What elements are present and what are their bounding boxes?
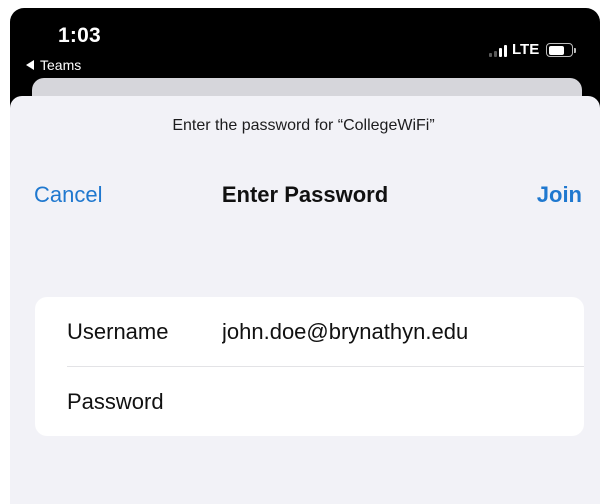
status-bar: 1:03 Teams LTE	[10, 8, 600, 82]
username-field[interactable]	[222, 317, 562, 347]
join-button[interactable]: Join	[537, 182, 582, 208]
credentials-form: Username Password	[35, 297, 584, 436]
screen: 1:03 Teams LTE Enter the password for “C…	[0, 0, 607, 504]
network-type: LTE	[512, 41, 540, 58]
sheet-nav-bar: Cancel Enter Password Join	[10, 178, 600, 214]
cancel-button[interactable]: Cancel	[34, 182, 102, 208]
username-label: Username	[67, 319, 169, 344]
status-time: 1:03	[58, 24, 101, 47]
username-row: Username	[35, 297, 584, 366]
password-label: Password	[67, 389, 164, 414]
password-field[interactable]	[222, 387, 562, 417]
wifi-password-prompt: Enter the password for “CollegeWiFi”	[172, 117, 435, 134]
back-to-app-link[interactable]: Teams	[26, 57, 81, 73]
battery-tip-icon	[574, 48, 576, 53]
battery-icon	[546, 43, 573, 57]
back-app-label: Teams	[40, 57, 82, 73]
cellular-signal-icon	[489, 45, 507, 57]
back-caret-icon	[26, 60, 34, 70]
password-row: Password	[35, 367, 584, 436]
